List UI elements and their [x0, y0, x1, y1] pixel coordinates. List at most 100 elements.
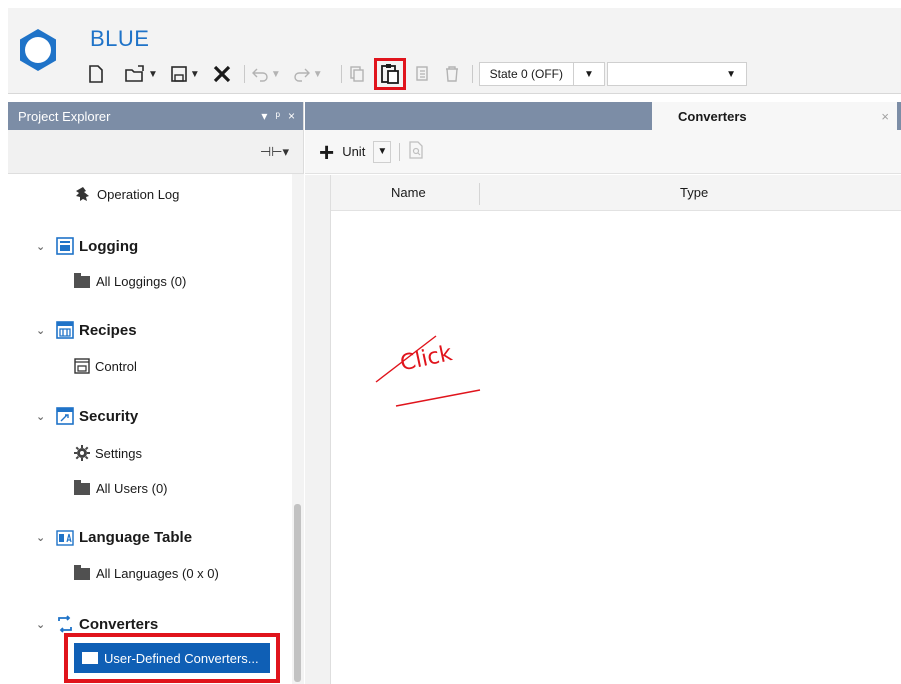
chevron-down-icon[interactable]: ⌄ — [36, 618, 50, 631]
language-table-icon — [56, 529, 74, 546]
converters-toolbar: + Unit ▼ — [305, 130, 901, 174]
app-title: BLUE — [90, 26, 150, 51]
state-select-value: State 0 (OFF) — [480, 63, 574, 85]
explorer-scrollbar[interactable] — [292, 174, 304, 684]
paste-button[interactable] — [373, 58, 406, 90]
tree-group-logging[interactable]: ⌄ Logging — [36, 237, 138, 255]
duplicate-button[interactable] — [414, 61, 432, 87]
tree-group-label: Language Table — [79, 529, 193, 546]
chevron-down-icon[interactable]: ⌄ — [36, 531, 50, 544]
plus-icon: + — [319, 136, 335, 167]
tree-item-settings[interactable]: Settings — [74, 445, 142, 461]
tree-item-all-loggings[interactable]: All Loggings (0) — [74, 272, 187, 289]
project-tree: Operation Log ⌄ Logging All Loggings (0)… — [8, 174, 292, 684]
tree-item-label: Control — [95, 358, 137, 374]
tree-item-all-languages[interactable]: All Languages (0 x 0) — [74, 564, 219, 581]
tree-item-label: All Users (0) — [96, 481, 168, 496]
open-dropdown-icon[interactable]: ▼ — [148, 69, 158, 80]
duplicate-icon — [415, 66, 428, 81]
security-icon — [56, 407, 74, 425]
paste-icon — [380, 64, 399, 84]
toolbar-separator — [243, 65, 245, 83]
chevron-down-icon[interactable]: ⌄ — [36, 410, 50, 423]
new-file-button[interactable] — [88, 61, 104, 87]
gear-icon — [74, 445, 90, 461]
tree-item-user-defined-converters[interactable]: User-Defined Converters... — [74, 643, 270, 673]
tree-item-control[interactable]: Control — [74, 358, 137, 374]
converters-icon — [56, 615, 74, 633]
tree-group-label: Recipes — [79, 321, 137, 339]
column-separator[interactable] — [479, 183, 480, 205]
tree-group-label: Converters — [79, 615, 159, 633]
undo-icon — [251, 68, 268, 82]
tree-item-operation-log[interactable]: Operation Log — [74, 186, 179, 202]
undo-button[interactable]: ▼ — [251, 61, 287, 87]
state-select[interactable]: State 0 (OFF) ▼ — [478, 62, 605, 86]
search-doc-button[interactable] — [408, 141, 424, 162]
save-dropdown-icon[interactable]: ▼ — [190, 69, 200, 80]
tab-converters[interactable]: Converters × — [652, 102, 897, 130]
trash-button[interactable] — [444, 61, 460, 87]
tree-group-security[interactable]: ⌄ Security — [36, 407, 138, 425]
tree-item-label: User-Defined Converters... — [104, 650, 259, 666]
folder-icon — [82, 652, 98, 664]
add-unit-label: Unit — [342, 144, 366, 159]
search-document-icon — [409, 141, 423, 159]
add-unit-button[interactable]: + Unit — [319, 139, 365, 165]
toolbar-separator — [340, 65, 342, 83]
secondary-select[interactable]: ▼ — [606, 62, 747, 86]
document-tab-strip: Converters × — [305, 102, 901, 130]
toolbar-separator — [399, 142, 401, 161]
open-file-button[interactable]: ▼ — [124, 61, 164, 87]
chevron-down-icon[interactable]: ⌄ — [36, 240, 50, 253]
tab-label: Converters — [678, 108, 747, 124]
toolbar-separator — [471, 65, 473, 83]
tree-group-language-table[interactable]: ⌄ Language Table — [36, 529, 192, 546]
redo-button[interactable]: ▼ — [293, 61, 329, 87]
folder-icon — [74, 479, 90, 495]
chevron-down-icon[interactable]: ▼ — [373, 140, 392, 163]
save-icon — [171, 66, 187, 82]
delete-button[interactable] — [212, 61, 232, 87]
close-icon[interactable]: × — [288, 109, 295, 123]
copy-button[interactable] — [348, 61, 366, 87]
undo-dropdown-icon[interactable]: ▼ — [271, 69, 281, 80]
close-icon[interactable]: × — [881, 109, 889, 124]
panel-menu-icon[interactable]: ▾ — [261, 109, 267, 123]
main-toolbar: ▼ ▼ ▼ ▼ State 0 (OFF) ▼ ▼ — [88, 58, 747, 90]
tree-group-converters[interactable]: ⌄ Converters — [36, 615, 158, 633]
chevron-down-icon[interactable]: ▼ — [574, 69, 604, 80]
column-header-type[interactable]: Type — [680, 185, 708, 200]
folder-icon — [74, 564, 90, 580]
chevron-down-icon[interactable]: ⌄ — [36, 324, 50, 337]
pin-icon[interactable]: ᵖ — [275, 109, 280, 123]
open-folder-icon — [125, 65, 144, 82]
ribbon-header: BLUE ▼ ▼ ▼ ▼ State 0 (OFF) ▼ ▼ — [8, 8, 901, 94]
tree-item-label: Operation Log — [97, 186, 180, 202]
tree-item-label: All Loggings (0) — [96, 274, 187, 289]
scrollbar-thumb[interactable] — [294, 504, 301, 682]
chevron-down-icon: ▼ — [726, 68, 736, 80]
copy-icon — [349, 66, 364, 82]
redo-dropdown-icon[interactable]: ▼ — [313, 69, 323, 80]
project-explorer-header: Project Explorer ▾ ᵖ × — [8, 102, 303, 130]
tree-group-recipes[interactable]: ⌄ Recipes — [36, 321, 137, 339]
project-explorer-panel: Project Explorer ▾ ᵖ × ⊣⊢▾ Operation Log… — [8, 102, 304, 684]
new-file-icon — [89, 65, 103, 83]
column-header-name[interactable]: Name — [391, 185, 426, 200]
tree-group-label: Logging — [79, 237, 139, 255]
redo-icon — [294, 68, 310, 82]
logging-icon — [56, 237, 74, 255]
highlight-box: User-Defined Converters... — [64, 633, 280, 683]
converters-grid-header: Name Type — [331, 175, 901, 211]
explorer-toolbar: ⊣⊢▾ — [8, 130, 303, 174]
save-button[interactable]: ▼ — [170, 61, 206, 87]
folder-icon — [74, 272, 90, 288]
blue-logo-icon — [20, 29, 56, 71]
close-x-icon — [213, 65, 230, 83]
tree-item-all-users[interactable]: All Users (0) — [74, 479, 168, 496]
pin-toggle-button[interactable]: ⊣⊢▾ — [260, 144, 289, 160]
project-explorer-title: Project Explorer — [18, 108, 111, 124]
tree-group-label: Security — [79, 407, 139, 425]
tree-item-label: All Languages (0 x 0) — [96, 566, 219, 581]
